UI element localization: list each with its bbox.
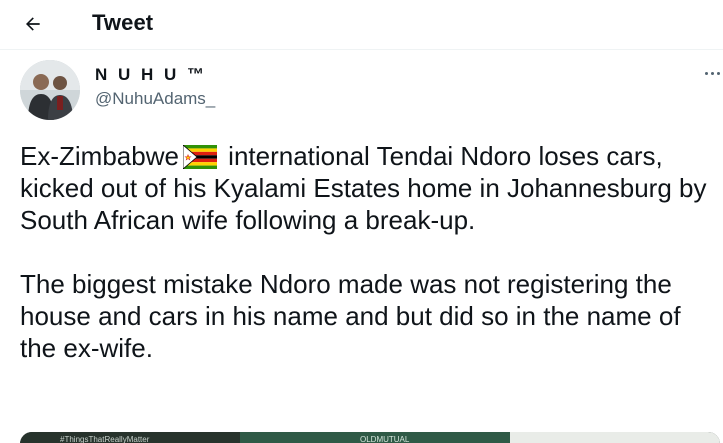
page-title: Tweet [92, 10, 154, 35]
more-options-button[interactable] [695, 60, 723, 86]
author-handle[interactable]: @NuhuAdams_ [95, 89, 215, 109]
author-display-name[interactable]: N U H U ™ [95, 65, 207, 85]
tweet-text: Ex-Zimbabwe international Tendai Ndoro l… [20, 140, 710, 364]
zimbabwe-flag-icon [182, 145, 217, 169]
media-caption-right: OLDMUTUAL [360, 435, 410, 443]
back-button[interactable] [14, 6, 52, 42]
more-options-icon [704, 71, 708, 75]
tweet-paragraph-2: The biggest mistake Ndoro made was not r… [20, 269, 681, 363]
tweet-text-part-1: Ex-Zimbabwe [20, 141, 179, 171]
tweet-media-image[interactable]: #ThingsThatReallyMatter OLDMUTUAL [20, 432, 720, 443]
top-bar: Tweet [0, 0, 723, 50]
avatar[interactable] [20, 60, 80, 120]
media-caption-left: #ThingsThatReallyMatter [60, 435, 150, 443]
back-arrow-icon [26, 17, 40, 31]
tweet-author: N U H U ™ @NuhuAdams_ [20, 60, 720, 120]
tweet-paragraph-1: Ex-Zimbabwe international Tendai Ndoro l… [20, 140, 710, 236]
